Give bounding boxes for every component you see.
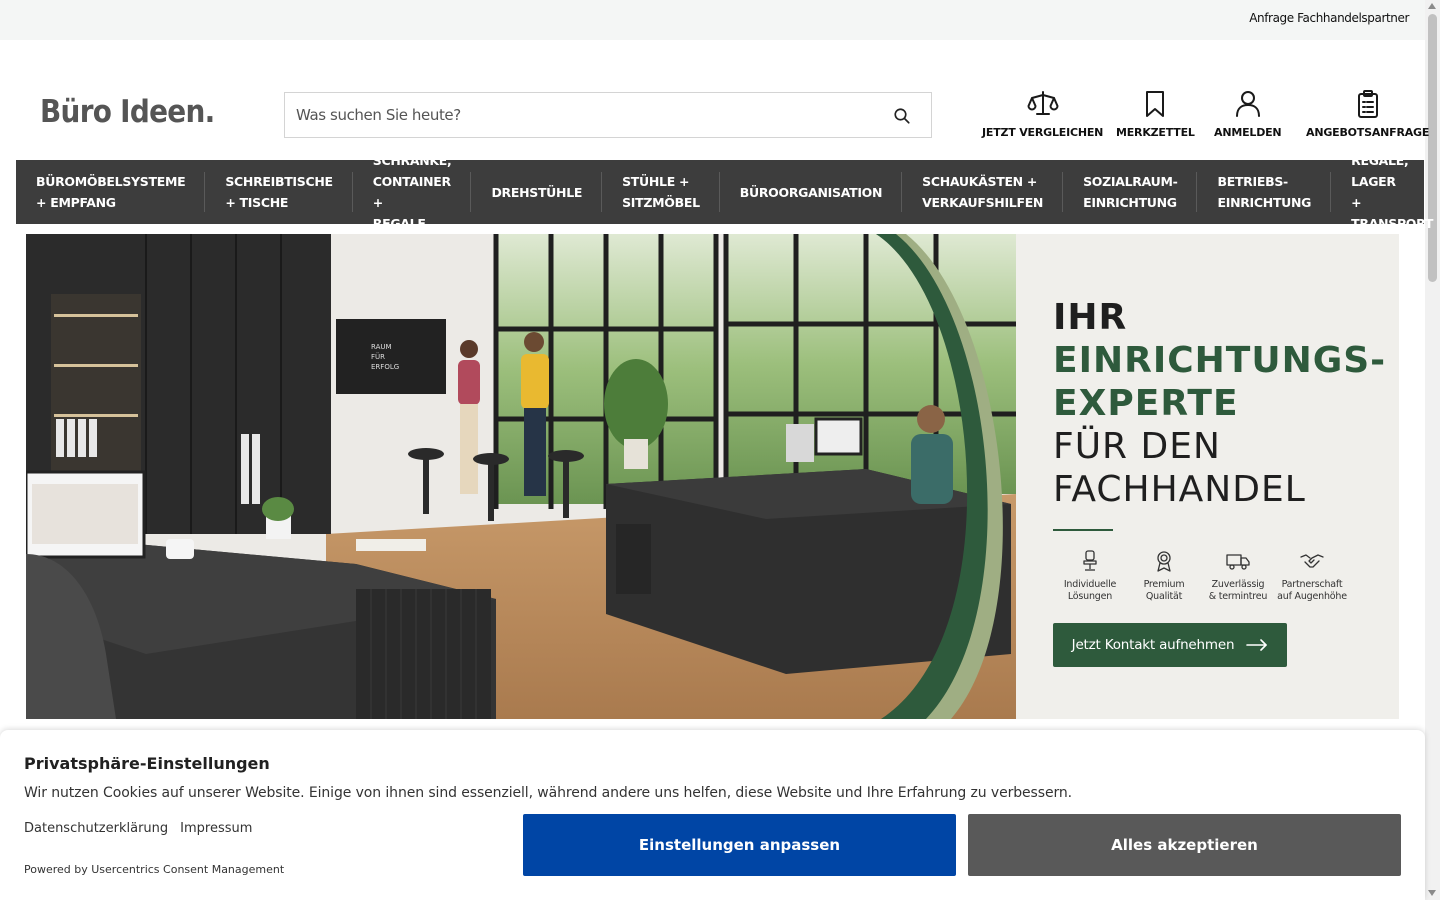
scroll-up-icon[interactable] (1428, 3, 1436, 9)
nav-item-bueroorganisation[interactable]: BÜROORGANISATION (720, 160, 903, 224)
quote-request-button[interactable]: ANGEBOTSANFRAGE (1306, 88, 1429, 139)
hero-features: Individuelle Lösungen Premium Qualität Z… (1053, 549, 1386, 603)
accept-all-button[interactable]: Alles akzeptieren (968, 814, 1401, 876)
search-icon[interactable] (893, 107, 911, 125)
login-button[interactable]: ANMELDEN (1214, 88, 1282, 139)
cookie-powered-by[interactable]: Powered by Usercentrics Consent Manageme… (24, 863, 284, 876)
hero-headline-3: EXPERTE (1053, 383, 1239, 424)
contact-cta-button[interactable]: Jetzt Kontakt aufnehmen (1053, 623, 1287, 667)
nav-item-sozialraum[interactable]: SOZIALRAUM- EINRICHTUNG (1063, 160, 1198, 224)
privacy-policy-link[interactable]: Datenschutzerklärung (24, 821, 168, 836)
hero-arc-decoration (876, 234, 1003, 719)
chair-icon (1083, 550, 1097, 571)
nav-item-bueromoebelsysteme[interactable]: BÜROMÖBELSYSTEME + EMPFANG (16, 160, 206, 224)
svg-text:ERFOLG: ERFOLG (371, 363, 399, 371)
svg-text:FÜR: FÜR (371, 352, 385, 361)
scale-icon (1027, 91, 1059, 115)
hero-headline-4: FÜR DEN (1053, 426, 1221, 467)
contact-cta-label: Jetzt Kontakt aufnehmen (1071, 637, 1235, 653)
cookie-consent-banner: Privatsphäre-Einstellungen Wir nutzen Co… (0, 730, 1425, 900)
dealer-request-link[interactable]: Anfrage Fachhandelspartner (1249, 11, 1409, 25)
user-icon (1235, 91, 1260, 117)
nav-item-drehstuehle[interactable]: DREHSTÜHLE (471, 160, 602, 224)
handshake-icon (1300, 554, 1324, 568)
office-photo: RAUM FÜR ERFOLG (26, 234, 1016, 719)
scroll-down-icon[interactable] (1428, 890, 1436, 896)
clipboard-icon (1357, 90, 1378, 118)
bookmark-icon (1146, 91, 1165, 117)
award-icon (1157, 551, 1171, 572)
cookie-title: Privatsphäre-Einstellungen (24, 754, 270, 773)
arrow-right-icon (1246, 639, 1268, 651)
feature-premium-label: Premium Qualität (1143, 579, 1185, 602)
site-logo[interactable]: Büro Ideen. (40, 94, 215, 130)
feature-individual-label: Individuelle Lösungen (1063, 579, 1117, 602)
wishlist-button[interactable]: MERKZETTEL (1116, 88, 1195, 139)
cookie-description: Wir nutzen Cookies auf unserer Website. … (24, 785, 1072, 801)
nav-item-regale-lager[interactable]: REGALE, LAGER + TRANSPORT (1331, 153, 1440, 231)
quote-request-label: ANGEBOTSANFRAGE (1306, 126, 1430, 139)
hero-text-panel: IHR EINRICHTUNGS- EXPERTE FÜR DEN FACHHA… (1053, 296, 1386, 667)
nav-item-schraenke[interactable]: SCHRÄNKE, CONTAINER + REGALE (353, 153, 472, 231)
search-input[interactable] (285, 93, 865, 137)
cookie-links: Datenschutzerklärung Impressum (24, 821, 252, 836)
feature-partnership-label: Partnerschaft auf Augenhöhe (1277, 579, 1347, 602)
compare-label: JETZT VERGLEICHEN (982, 126, 1104, 139)
svg-text:RAUM: RAUM (371, 343, 392, 351)
feature-reliable-label: Zuverlässig & termintreu (1208, 579, 1268, 602)
scroll-thumb[interactable] (1428, 14, 1437, 282)
hero-headline-5: FACHHANDEL (1053, 469, 1306, 510)
feature-individual: Individuelle Lösungen (1053, 549, 1127, 603)
feature-reliable: Zuverlässig & termintreu (1201, 549, 1275, 603)
nav-item-schaukaesten[interactable]: SCHAUKÄSTEN + VERKAUFSHILFEN (902, 160, 1064, 224)
top-utility-bar: Anfrage Fachhandelspartner (0, 0, 1425, 40)
feature-premium: Premium Qualität (1127, 549, 1201, 603)
nav-item-stuehle[interactable]: STÜHLE + SITZMÖBEL (602, 160, 720, 224)
feature-partnership: Partnerschaft auf Augenhöhe (1275, 549, 1349, 603)
search-box (284, 92, 932, 138)
compare-button[interactable]: JETZT VERGLEICHEN (982, 88, 1103, 139)
hero-divider (1053, 529, 1113, 531)
nav-item-betriebseinrichtung[interactable]: BETRIEBS- EINRICHTUNG (1197, 160, 1331, 224)
truck-icon (1226, 554, 1250, 570)
main-navigation: BÜROMÖBELSYSTEME + EMPFANG SCHREIBTISCHE… (16, 153, 1433, 231)
nav-item-schreibtische[interactable]: SCHREIBTISCHE + TISCHE (205, 160, 354, 224)
customize-settings-button[interactable]: Einstellungen anpassen (523, 814, 956, 876)
wishlist-label: MERKZETTEL (1116, 126, 1195, 139)
login-label: ANMELDEN (1214, 126, 1282, 139)
imprint-link[interactable]: Impressum (180, 821, 252, 836)
hero-headline-2: EINRICHTUNGS- (1053, 340, 1387, 381)
hero-banner[interactable]: RAUM FÜR ERFOLG IHR EINRICHTUNGS- EXPERT… (26, 234, 1399, 719)
hero-headline-1: IHR (1053, 297, 1128, 338)
